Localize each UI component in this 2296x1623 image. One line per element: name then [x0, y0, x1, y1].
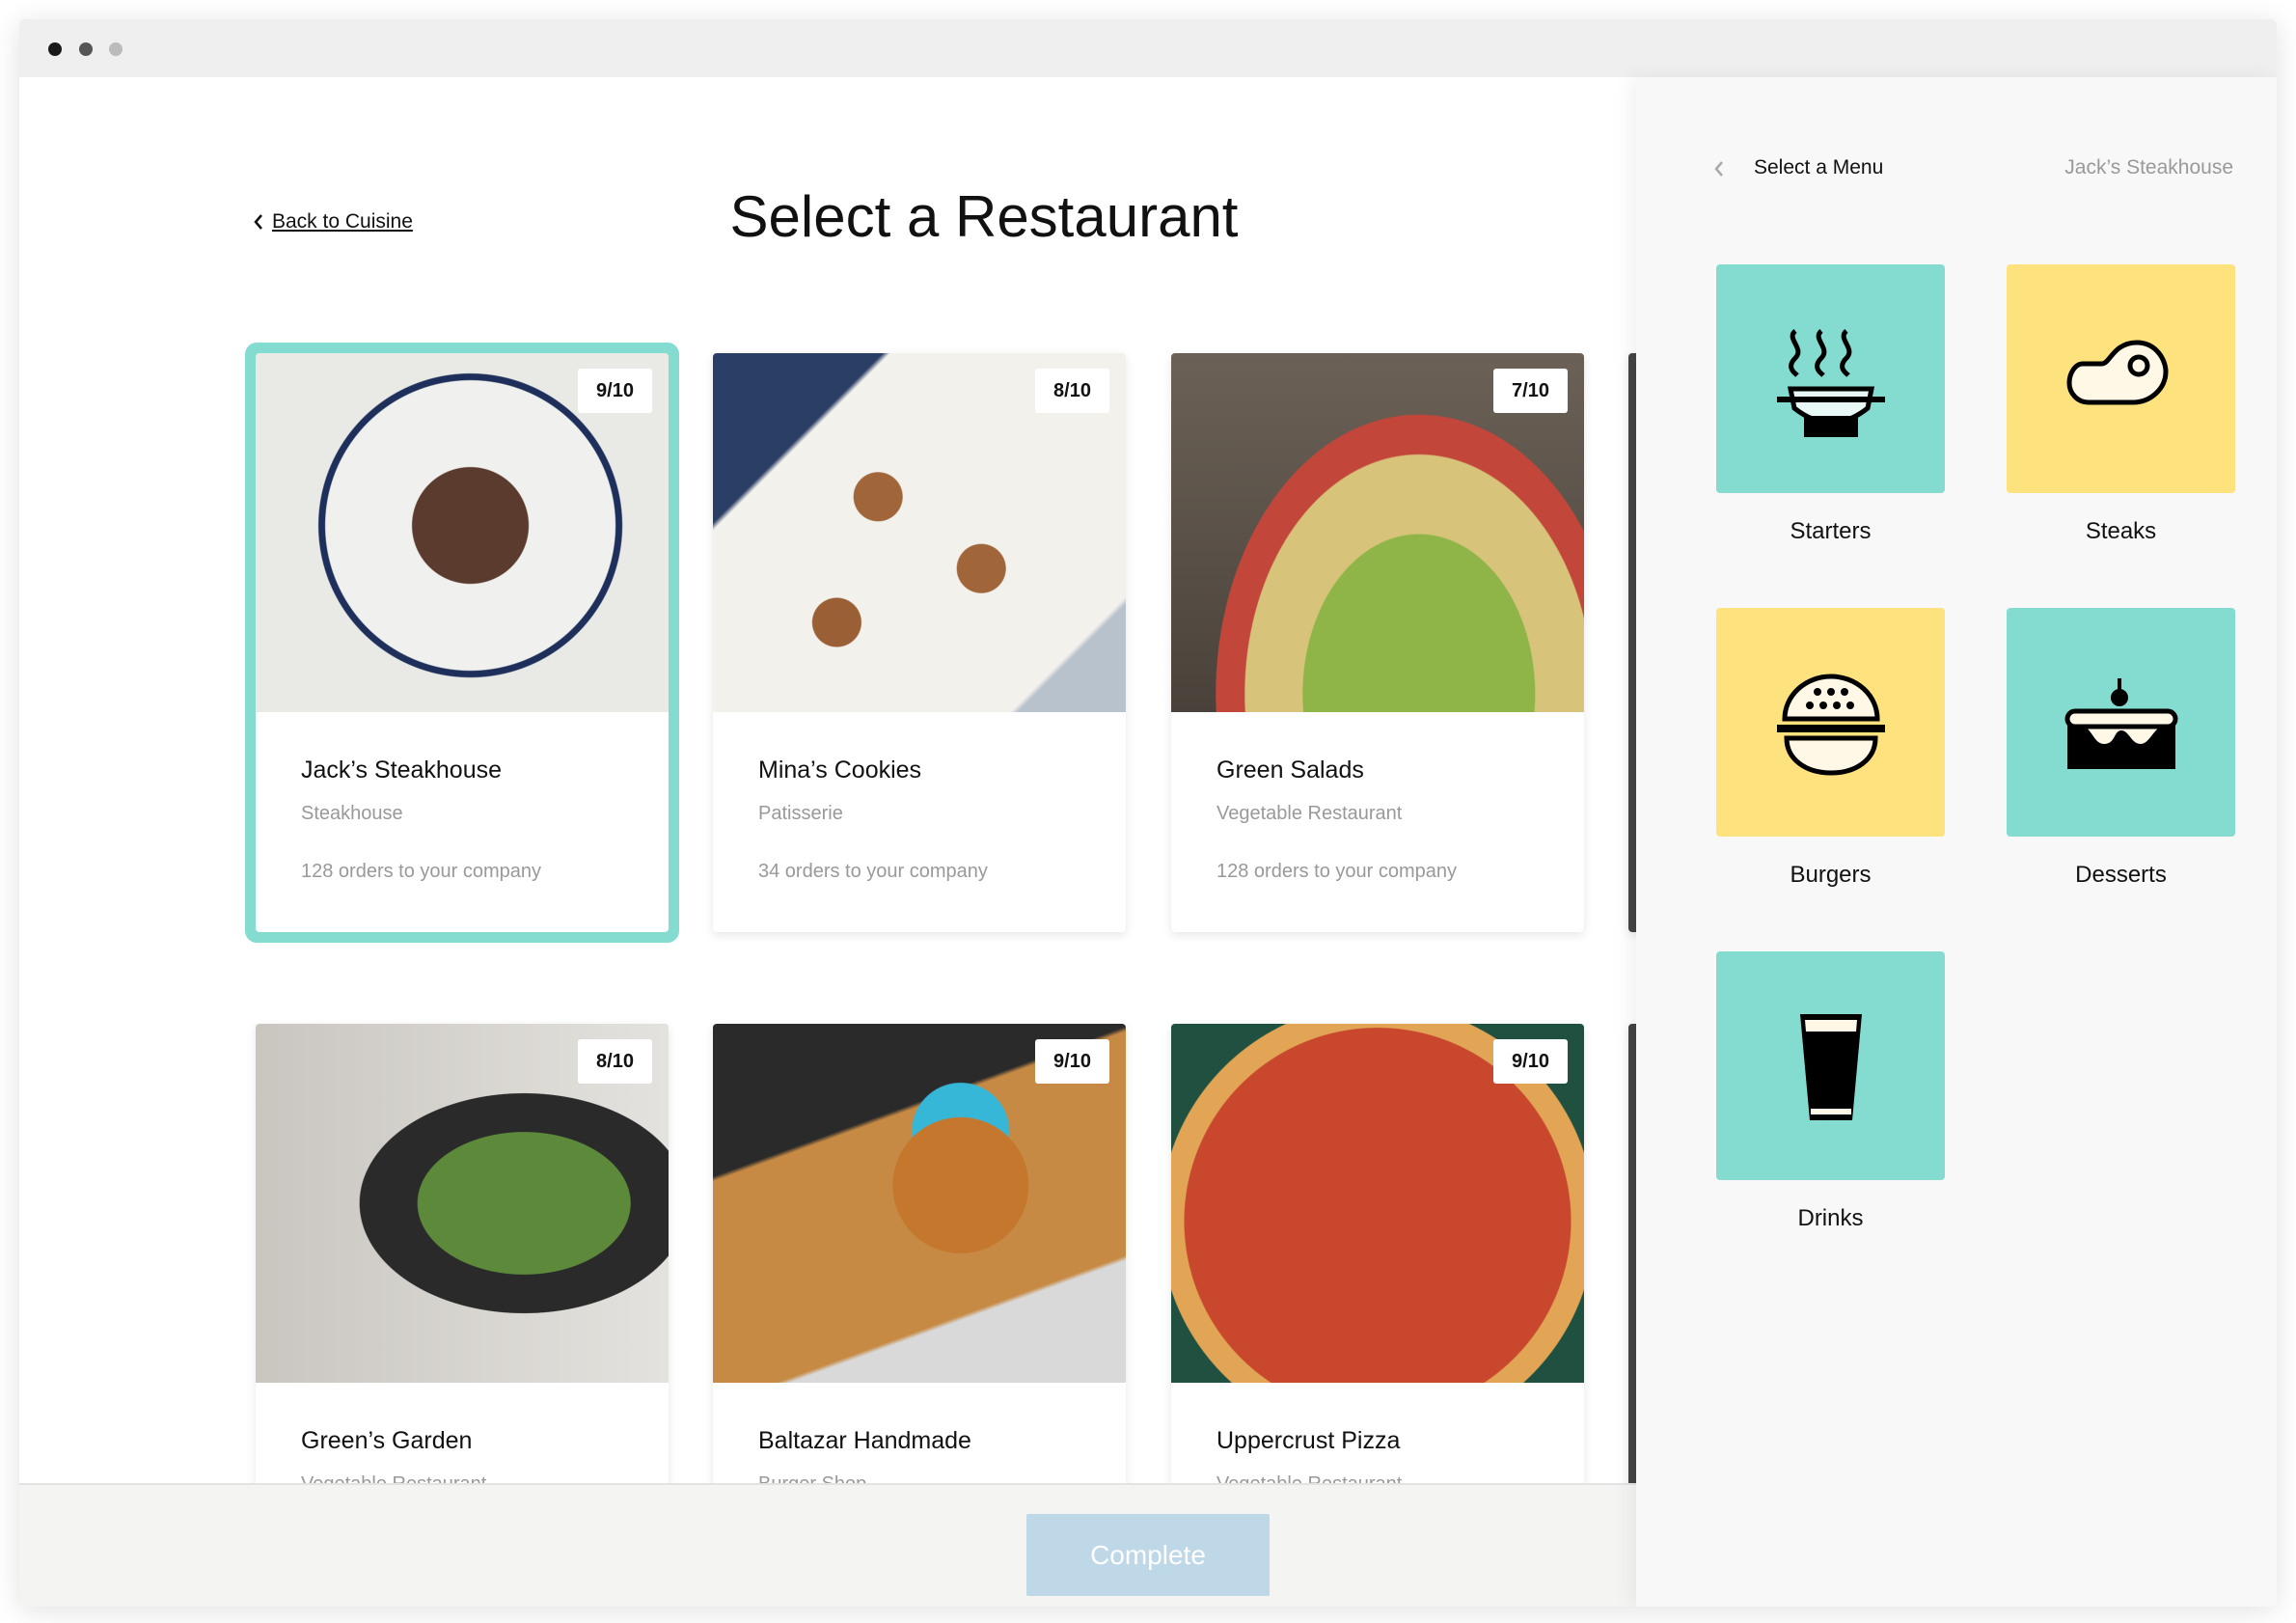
rating-badge: 7/10	[1493, 369, 1568, 413]
restaurant-photo: 9/10	[1171, 1024, 1584, 1383]
rating-badge: 9/10	[578, 369, 652, 413]
restaurant-type: Steakhouse	[301, 803, 403, 824]
restaurant-orders: 34 orders to your company	[758, 861, 988, 882]
restaurant-name: Green Salads	[1216, 756, 1364, 784]
menu-label: Burgers	[1790, 862, 1872, 888]
menu-panel: Select a Menu Jack’s Steakhouse Starters	[1636, 77, 2277, 1607]
close-dot[interactable]	[48, 42, 62, 56]
burger-icon	[1776, 674, 1885, 776]
menu-label: Starters	[1790, 518, 1872, 544]
restaurant-name: Green’s Garden	[301, 1427, 473, 1454]
menu-tile-drinks[interactable]: Drinks	[1716, 951, 1945, 1232]
restaurant-orders: 128 orders to your company	[1216, 861, 1458, 882]
restaurant-photo: 8/10	[256, 1024, 669, 1383]
panel-restaurant-name: Jack’s Steakhouse	[2064, 156, 2233, 179]
restaurant-card-partial[interactable]	[1628, 353, 1636, 932]
restaurant-name: Uppercrust Pizza	[1216, 1427, 1401, 1454]
restaurant-name: Baltazar Handmade	[758, 1427, 971, 1454]
menu-label: Drinks	[1797, 1205, 1864, 1231]
restaurant-orders: 128 orders to your company	[301, 861, 542, 882]
page-title: Select a Restaurant	[729, 184, 1239, 249]
restaurant-card[interactable]: 9/10 Jack’s Steakhouse Steakhouse 128 or…	[256, 353, 669, 932]
restaurant-type: Vegetable Restaurant	[1216, 803, 1403, 824]
drink-icon	[1799, 1013, 1862, 1120]
menu-tile-desserts[interactable]: Desserts	[2007, 608, 2235, 889]
menu-tile-starters[interactable]: Starters	[1716, 264, 1945, 545]
cake-icon	[2064, 677, 2177, 769]
restaurant-card[interactable]: 7/10 Green Salads Vegetable Restaurant 1…	[1171, 353, 1584, 932]
title-bar	[19, 19, 2277, 77]
restaurant-photo: 9/10	[256, 353, 669, 712]
rating-badge: 8/10	[578, 1039, 652, 1084]
menu-tile-burgers[interactable]: Burgers	[1716, 608, 1945, 889]
browser-window: Back to Cuisine Select a Restaurant 9/10…	[19, 19, 2277, 1607]
rating-badge: 9/10	[1493, 1039, 1568, 1084]
restaurant-photo: 8/10	[713, 353, 1126, 712]
soup-bowl-icon	[1776, 328, 1885, 437]
restaurant-type: Patisserie	[758, 803, 843, 824]
restaurant-photo: 9/10	[713, 1024, 1126, 1383]
minimize-dot[interactable]	[79, 42, 93, 56]
panel-title: Select a Menu	[1754, 156, 1884, 179]
menu-tile-steaks[interactable]: Steaks	[2007, 264, 2235, 545]
rating-badge: 9/10	[1035, 1039, 1109, 1084]
restaurant-selection: Back to Cuisine Select a Restaurant 9/10…	[19, 77, 1636, 1607]
restaurant-name: Mina’s Cookies	[758, 756, 922, 784]
restaurant-card[interactable]: 8/10 Mina’s Cookies Patisserie 34 orders…	[713, 353, 1126, 932]
restaurant-photo: 7/10	[1171, 353, 1584, 712]
menu-label: Steaks	[2085, 518, 2157, 544]
rating-badge: 8/10	[1035, 369, 1109, 413]
menu-label: Desserts	[2075, 862, 2167, 888]
chevron-left-icon[interactable]	[1713, 160, 1725, 178]
steak-icon	[2065, 339, 2169, 404]
footer-bar: Complete	[19, 1483, 1636, 1607]
complete-button[interactable]: Complete	[1026, 1514, 1270, 1596]
restaurant-name: Jack’s Steakhouse	[301, 756, 502, 784]
maximize-dot[interactable]	[109, 42, 123, 56]
